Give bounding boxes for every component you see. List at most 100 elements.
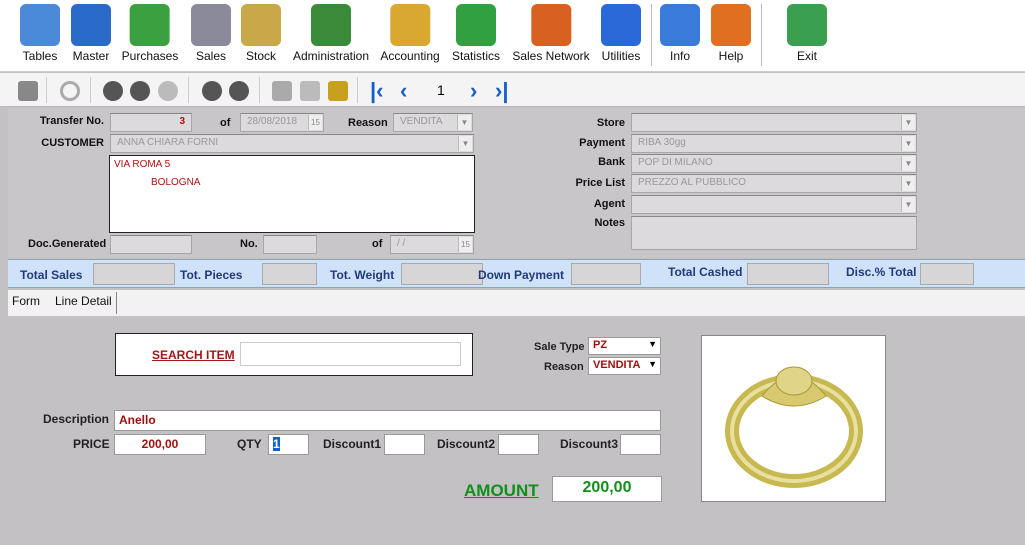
qty-label: QTY: [237, 437, 262, 451]
transfer-no-field[interactable]: 3: [110, 113, 192, 132]
menu-item-administration[interactable]: Administration: [293, 4, 369, 63]
menu-item-exit[interactable]: Exit: [787, 4, 827, 63]
qty-field[interactable]: 1: [268, 434, 309, 455]
chevron-down-icon: ▼: [901, 136, 915, 151]
exit-record-icon[interactable]: [18, 81, 38, 101]
item-image: [701, 335, 886, 502]
customer-address-box[interactable]: VIA ROMA 5 BOLOGNA: [109, 155, 475, 233]
undo-icon[interactable]: [158, 81, 178, 101]
main-menu-bar: Tables Master Purchases Sales Stock Administr…: [0, 0, 1025, 72]
doc-generated-field[interactable]: [110, 235, 192, 254]
description-field[interactable]: Anello: [114, 410, 661, 431]
menu-item-label: Accounting: [380, 49, 440, 63]
chart-icon: [455, 4, 496, 46]
chevron-down-icon: ▼: [648, 359, 657, 369]
search-item-link[interactable]: SEARCH ITEM: [152, 348, 235, 362]
next-record-icon[interactable]: ›: [470, 78, 477, 104]
reason-label: Reason: [544, 361, 584, 373]
price-list-label: Price List: [575, 177, 625, 189]
reason-label: Reason: [348, 117, 388, 129]
print-preview-icon[interactable]: [300, 81, 320, 101]
search-icon[interactable]: [60, 81, 80, 101]
menu-item-help[interactable]: Help: [711, 4, 751, 63]
price-field[interactable]: 200,00: [114, 434, 206, 455]
sale-type-label: Sale Type: [534, 341, 585, 353]
menu-item-master[interactable]: Master: [71, 4, 111, 63]
menu-item-purchases[interactable]: Purchases: [122, 4, 178, 63]
reason-select[interactable]: VENDITA ▼: [393, 113, 473, 132]
menu-item-stock[interactable]: Stock: [241, 4, 281, 63]
line-detail-panel: SEARCH ITEM Sale Type PZ ▼ Reason VENDITA…: [8, 316, 1025, 545]
store-label: Store: [596, 117, 625, 129]
cancel-icon[interactable]: [229, 81, 249, 101]
checklist-icon: [601, 4, 641, 46]
folders-icon: [71, 4, 111, 46]
customer-select[interactable]: ANNA CHIARA FORNI ▼: [110, 134, 474, 153]
address-line-2: BOLOGNA: [151, 177, 201, 188]
tab-line-detail[interactable]: Line Detail: [51, 292, 117, 314]
remove-icon[interactable]: [130, 81, 150, 101]
store-select[interactable]: ▼: [631, 113, 917, 132]
total-cashed-label: Total Cashed: [668, 265, 743, 279]
notes-field[interactable]: [631, 216, 917, 250]
date-field[interactable]: 28/08/2018 15: [240, 113, 324, 132]
add-icon[interactable]: [103, 81, 123, 101]
menu-item-tables[interactable]: Tables: [20, 4, 60, 63]
menu-item-label: Help: [718, 49, 744, 63]
person-network-icon: [531, 4, 571, 46]
doc-no-field[interactable]: [263, 235, 317, 254]
menu-item-label: Administration: [292, 49, 370, 63]
menu-item-utilities[interactable]: Utilities: [601, 4, 641, 63]
menu-item-label: Exit: [796, 49, 817, 63]
chevron-down-icon: ▼: [901, 156, 915, 171]
discount2-field[interactable]: [498, 434, 539, 455]
of-label: of: [220, 117, 231, 129]
discount3-field[interactable]: [620, 434, 661, 455]
tab-bar: Form Line Detail: [8, 290, 1025, 316]
menu-item-label: Stock: [245, 49, 276, 63]
doc-date-field[interactable]: / /15: [390, 235, 474, 254]
chevron-down-icon: ▼: [901, 197, 915, 212]
menu-item-label: Sales Network: [512, 49, 590, 63]
tot-weight-label: Tot. Weight: [330, 268, 395, 282]
menu-item-label: Master: [72, 49, 110, 63]
chevron-down-icon: ▼: [648, 339, 657, 349]
tab-form[interactable]: Form: [8, 294, 44, 308]
sale-type-select[interactable]: PZ ▼: [588, 337, 661, 355]
menu-item-accounting[interactable]: Accounting: [380, 4, 440, 63]
discount3-label: Discount3: [560, 437, 619, 451]
record-toolbar: |‹ ‹ 1 › ›|: [0, 73, 1025, 107]
headset-person-icon: [711, 4, 751, 46]
add-document-icon[interactable]: [328, 81, 348, 101]
calendar-icon[interactable]: 15: [308, 115, 322, 130]
reason-select[interactable]: VENDITA ▼: [588, 357, 661, 375]
payment-select[interactable]: RIBA 30gg ▼: [631, 134, 917, 153]
calendar-icon[interactable]: 15: [458, 237, 472, 252]
menu-item-info[interactable]: Info: [660, 4, 700, 63]
chevron-down-icon: ▼: [457, 115, 471, 130]
print-icon[interactable]: [272, 81, 292, 101]
menu-item-sales-network[interactable]: Sales Network: [512, 4, 590, 63]
search-item-input[interactable]: [240, 342, 461, 366]
doc-generated-label: Doc.Generated: [28, 238, 107, 250]
price-list-select[interactable]: PREZZO AL PUBBLICO ▼: [631, 174, 917, 193]
menu-item-label: Statistics: [451, 49, 501, 63]
last-record-icon[interactable]: ›|: [495, 78, 508, 104]
info-icon: [660, 4, 700, 46]
tot-weight-field: [401, 263, 483, 285]
bank-select[interactable]: POP DI MILANO ▼: [631, 154, 917, 173]
price-label: PRICE: [73, 437, 110, 451]
gold-ring-image: [725, 366, 863, 488]
menu-item-sales[interactable]: Sales: [191, 4, 231, 63]
header-form: Transfer No. 3 of 28/08/2018 15 Reason VE…: [8, 108, 1025, 258]
previous-record-icon[interactable]: ‹: [400, 78, 407, 104]
agent-select[interactable]: ▼: [631, 195, 917, 214]
search-item-box: SEARCH ITEM: [115, 333, 473, 376]
confirm-icon[interactable]: [202, 81, 222, 101]
chevron-down-icon: ▼: [458, 136, 472, 151]
first-record-icon[interactable]: |‹: [370, 78, 383, 104]
menu-item-statistics[interactable]: Statistics: [452, 4, 500, 63]
money-stack-icon: [129, 4, 170, 46]
discount1-field[interactable]: [384, 434, 425, 455]
chevron-down-icon: ▼: [901, 115, 915, 130]
